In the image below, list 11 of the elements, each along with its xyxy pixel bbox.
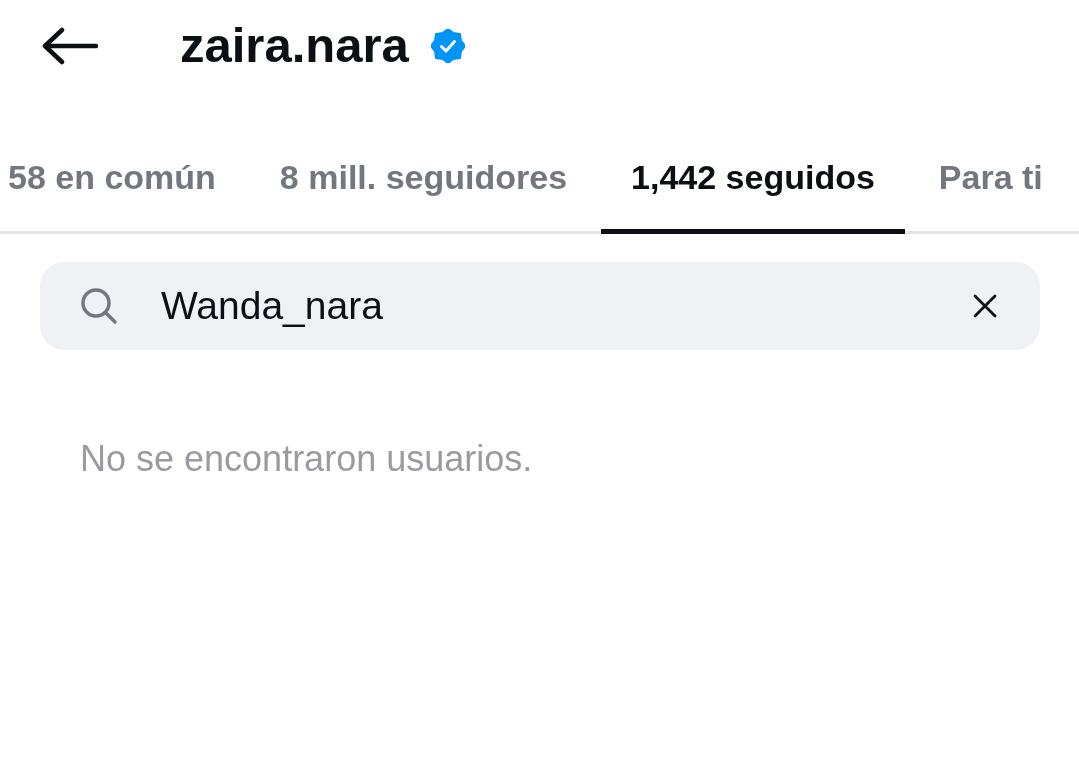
search-icon [80, 287, 118, 325]
tab[interactable]: Para ti [908, 120, 1073, 234]
tab[interactable]: 8 mill. seguidores [249, 120, 598, 234]
search-input[interactable]: Wanda_nara [161, 284, 953, 328]
empty-results-message: No se encontraron usuarios. [80, 437, 533, 481]
profile-username: zaira.nara [180, 19, 409, 73]
back-arrow-icon[interactable] [42, 27, 98, 65]
tab[interactable]: 58 en común [0, 120, 246, 234]
tab[interactable]: 1,442 seguidos [601, 120, 905, 234]
close-icon[interactable] [973, 294, 997, 318]
search-field[interactable]: Wanda_nara [40, 262, 1040, 350]
